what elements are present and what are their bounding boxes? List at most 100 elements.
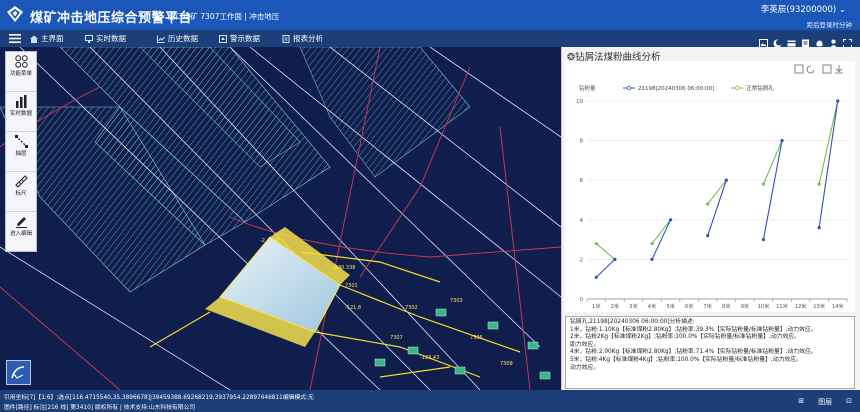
tool-edit[interactable]: 进入编辑 (6, 215, 36, 251)
data-point[interactable] (836, 99, 840, 103)
user-menu[interactable]: 李英辰(93200000) ⌄ (761, 3, 846, 15)
image-icon[interactable] (759, 33, 768, 48)
series-line (707, 179, 727, 205)
hamburger-menu-icon[interactable] (9, 33, 21, 44)
x-tick-label: 11米 (776, 302, 789, 310)
moon-icon[interactable] (773, 33, 782, 48)
person-icon[interactable] (829, 33, 838, 48)
map-label: -121.8 (345, 305, 361, 311)
map-label: 7309 (500, 361, 513, 367)
map-widget-button[interactable] (6, 360, 31, 385)
analysis-line: 动力效应。 (570, 364, 599, 371)
legend-marker (734, 85, 740, 91)
download-icon[interactable] (835, 65, 843, 74)
mine-map-view[interactable]: 7301 7302 -130.338 7303 7305 -121.8 -123… (0, 47, 561, 390)
series-line (595, 243, 616, 260)
restore-icon[interactable] (794, 64, 804, 74)
data-point[interactable] (761, 238, 766, 242)
x-tick-label: 13米 (813, 302, 826, 310)
x-tick-label: 3米 (629, 302, 638, 310)
user-name: 李英辰(93200000) (760, 5, 837, 15)
series-line (595, 259, 616, 278)
y-tick-label: 10 (576, 99, 583, 105)
data-point[interactable] (613, 257, 617, 261)
nav-main-label: 主界面 (41, 34, 64, 43)
data-point[interactable] (594, 275, 598, 279)
nav-report[interactable]: 报表分析 (282, 33, 323, 44)
analysis-line: 2米，钻粉2Kg【标准煤粉2Kg】;钻粉率:100.0%【实际钻粉量/标准钻粉量… (570, 334, 800, 341)
data-point[interactable] (780, 139, 784, 143)
x-tick-label: 4米 (648, 302, 657, 310)
legend-label: 21198[20240306 06:00:00] (638, 86, 714, 92)
expand-icon[interactable] (843, 33, 852, 48)
nav-history-label: 历史数据 (168, 34, 198, 43)
map-label: -130.338 (333, 265, 355, 271)
refresh-icon[interactable] (806, 65, 815, 74)
x-tick-label: 5米 (666, 302, 675, 310)
series-line (762, 140, 783, 185)
bell-icon[interactable] (815, 33, 824, 48)
data-point[interactable] (650, 257, 654, 261)
layer-button[interactable]: 图层 (818, 397, 832, 407)
tool-edit-label: 进入编辑 (9, 231, 32, 237)
chart-toolbar (794, 64, 843, 74)
analysis-line: 5米，钻粉:4Kg【标准煤粉4Kg】;钻粉率:100.0%【实际钻粉量/标准钻粉… (570, 356, 802, 363)
edit-icon (15, 217, 27, 228)
drill-analysis-panel: ❂钻屑法煤粉曲线分析 21198[20240306 06:00:00] 正常钻屑孔… (561, 47, 860, 390)
map-label: 7301 (345, 283, 358, 289)
main-nav: 主界面 实时数据 历史数据 警示数据 报表分析 (0, 30, 860, 48)
x-tick-label: 8米 (722, 302, 731, 310)
nav-realtime[interactable]: 实时数据 (85, 33, 126, 44)
series-line (818, 100, 839, 185)
map-label: 7302 (405, 305, 418, 311)
status-copyright: 图件[路径] 标注[216 线] 第3410] 版权所有 | 技术支持:山东科技… (4, 405, 196, 411)
y-tick-label: 8 (580, 139, 584, 145)
list-icon[interactable] (801, 33, 810, 48)
data-point[interactable] (668, 218, 673, 222)
status-coordinates: 引用坐标[7]【1:6】;选点[116.4715540,35.3896678]|… (4, 395, 314, 401)
warning-data-icon (219, 34, 227, 43)
nav-history[interactable]: 历史数据 (157, 33, 198, 44)
y-tick-label: 2 (580, 257, 584, 263)
data-point[interactable] (817, 226, 821, 230)
legend-marker (626, 85, 632, 91)
series-line (762, 140, 783, 240)
mine-logo-icon (7, 6, 23, 22)
mine-selector[interactable]: 唐口煤矿 7307工作面 | 冲击地压 (168, 11, 279, 22)
fullscreen-button[interactable]: ⊡ (846, 397, 852, 407)
nav-warning[interactable]: 警示数据 (219, 33, 260, 44)
home-icon (30, 35, 38, 43)
data-point[interactable] (650, 241, 654, 246)
data-point[interactable] (817, 182, 821, 186)
chevron-down-icon: ⌄ (838, 5, 846, 15)
x-tick-label: 7米 (703, 302, 712, 310)
card-icon[interactable] (787, 33, 796, 47)
status-tools: ⊞ 图层 ⊡ (798, 397, 852, 407)
data-point[interactable] (706, 234, 710, 238)
nav-main[interactable]: 主界面 (30, 33, 64, 44)
data-point[interactable] (724, 178, 728, 182)
analysis-line: 4米，钻粉:2.00Kg【标准煤粉2.80Kg】;钻粉率:71.4%【实际钻粉量… (570, 349, 817, 356)
x-tick-label: 9米 (741, 302, 750, 310)
data-point[interactable] (594, 241, 598, 246)
analysis-heading: 钻屑孔,21198[20240306 06:00:00]分析描述: (570, 319, 695, 325)
y-tick-label: 0 (580, 297, 584, 303)
tool-realtime-data[interactable]: 实时数据 (6, 95, 36, 132)
grid-toggle-button[interactable]: ⊞ (798, 397, 804, 407)
data-point[interactable] (706, 202, 710, 206)
tool-function-menu[interactable]: 功能菜单 (6, 55, 36, 92)
data-point[interactable] (761, 182, 766, 186)
status-bar: 引用坐标[7]【1:6】;选点[116.4715540,35.3896678]|… (0, 390, 860, 412)
tool-ruler[interactable]: 标尺 (6, 175, 36, 212)
y-tick-label: 4 (580, 218, 584, 224)
map-label: 7307 (390, 335, 403, 341)
x-tick-label: 14米 (832, 302, 845, 310)
mine-map-canvas[interactable]: 7301 7302 -130.338 7303 7305 -121.8 -123… (0, 47, 561, 390)
map-label: 7305 (470, 335, 483, 341)
map-label: -123.43 (420, 355, 439, 361)
save-icon[interactable] (822, 64, 832, 74)
chart-container: 21198[20240306 06:00:00] 正常钻屑孔 钻粉量 0 2 4 6 8 1… (565, 61, 855, 312)
tool-layer[interactable]: 抽层 (6, 135, 36, 172)
header-tools (759, 33, 852, 48)
drill-powder-chart[interactable]: 21198[20240306 06:00:00] 正常钻屑孔 钻粉量 0 2 4 6 8 1… (565, 61, 855, 312)
